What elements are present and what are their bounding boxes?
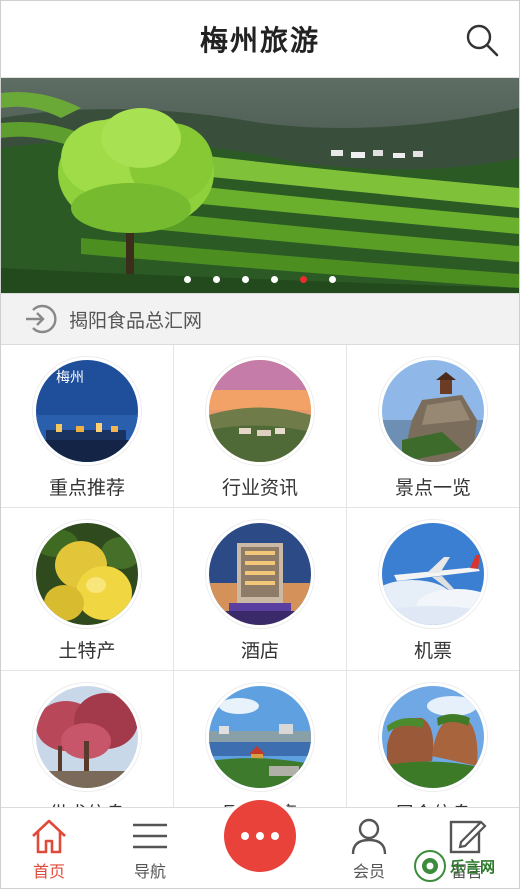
grid-item-label: 土特产 — [58, 640, 116, 662]
city-night-photo: 梅州 — [33, 357, 141, 465]
banner-image — [1, 78, 519, 293]
carousel-dot[interactable] — [242, 276, 249, 283]
svg-text:梅州: 梅州 — [56, 370, 84, 386]
nav-label: 导航 — [133, 862, 166, 881]
carousel-dots — [1, 276, 519, 283]
watermark-text: 乐言网 — [450, 857, 496, 876]
carousel-dot[interactable] — [329, 276, 336, 283]
notice-bar[interactable]: 揭阳食品总汇网 — [1, 293, 519, 345]
login-arrow-icon — [26, 304, 57, 334]
dot — [256, 832, 264, 840]
carousel-dot[interactable] — [213, 276, 220, 283]
grid-item-news[interactable]: 行业资讯 — [174, 345, 347, 508]
grid-item-label: 景点一览 — [394, 477, 471, 499]
dot — [241, 832, 249, 840]
grid-item-featured[interactable]: 梅州 重点推荐 — [1, 345, 174, 508]
airplane-photo — [379, 520, 487, 628]
grid-item-label: 重点推荐 — [48, 477, 125, 499]
pomelo-fruit-photo — [33, 520, 141, 628]
grid-item-local-products[interactable]: 土特产 — [1, 508, 174, 671]
red-rock-mountain-photo — [379, 683, 487, 791]
more-dots-icon[interactable] — [224, 800, 296, 872]
search-icon[interactable] — [465, 23, 499, 57]
nav-home[interactable]: 首页 — [9, 808, 89, 888]
lake-town-photo — [206, 683, 314, 791]
nav-label: 会员 — [352, 862, 385, 881]
banner-carousel[interactable] — [1, 78, 519, 293]
grid-item-label: 酒店 — [240, 640, 279, 662]
carousel-dot[interactable] — [271, 276, 278, 283]
page-title: 梅州旅游 — [199, 24, 320, 57]
nav-navigation[interactable]: 导航 — [110, 808, 190, 888]
town-sunset-photo — [206, 357, 314, 465]
grid-item-flights[interactable]: 机票 — [347, 508, 519, 671]
grid-item-attractions[interactable]: 景点一览 — [347, 345, 519, 508]
grid-item-hotel[interactable]: 酒店 — [174, 508, 347, 671]
nav-member[interactable]: 会员 — [329, 808, 409, 888]
app-header: 梅州旅游 — [1, 1, 519, 78]
menu-icon — [133, 823, 167, 849]
grid-item-label: 机票 — [413, 640, 452, 662]
carousel-dot[interactable] — [184, 276, 191, 283]
notice-text: 揭阳食品总汇网 — [69, 309, 203, 332]
hotel-building-photo — [206, 520, 314, 628]
user-icon — [351, 818, 387, 855]
bottom-nav: 首页 导航 会员 留言 乐言网 — [1, 800, 519, 888]
carousel-dot-active[interactable] — [300, 276, 307, 283]
watermark: 乐言网 — [413, 846, 513, 886]
plum-blossom-photo — [33, 683, 141, 791]
watermark-logo-icon — [414, 850, 446, 882]
cliff-pagoda-photo — [379, 357, 487, 465]
app-screen: 梅州旅游 揭阳食品总汇网 梅州 重点推荐 行业资讯 景点一览 土特产 酒店 机票… — [0, 0, 520, 889]
grid-item-label: 行业资讯 — [221, 477, 298, 499]
dot — [271, 832, 279, 840]
nav-label: 首页 — [32, 862, 65, 881]
home-icon — [32, 819, 66, 854]
